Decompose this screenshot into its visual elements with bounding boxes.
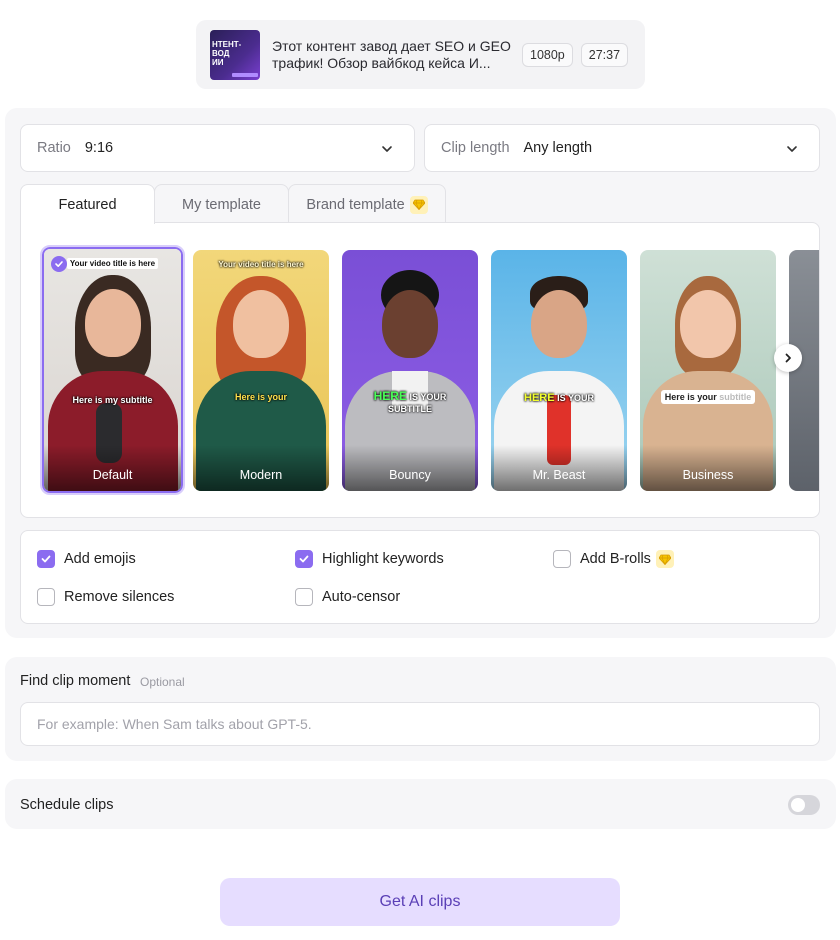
template-name: Bouncy xyxy=(342,445,478,491)
clip-length-value: Any length xyxy=(523,140,593,156)
video-title: Этот контент завод дает SEO и GEO трафик… xyxy=(272,37,511,71)
selected-check-icon xyxy=(51,256,67,272)
template-card-business[interactable]: Here is your subtitle Business xyxy=(640,250,776,491)
option-add-b-rolls[interactable]: Add B-rolls xyxy=(553,550,674,568)
clip-length-label: Clip length xyxy=(441,140,510,156)
option-add-emojis[interactable]: Add emojis xyxy=(37,550,136,568)
template-card-modern[interactable]: Your video title is here Here is your Mo… xyxy=(193,250,329,491)
schedule-panel xyxy=(5,779,836,829)
template-name: Modern xyxy=(193,445,329,491)
premium-diamond-icon xyxy=(409,195,428,214)
find-clip-title: Find clip moment xyxy=(20,673,131,689)
template-subtitle-caption: HERE IS YOUR SUBTITLE xyxy=(373,389,447,414)
thumbnail-text: НТЕНТ- ВОД ИИ xyxy=(212,39,242,67)
template-card-mr-beast[interactable]: HERE IS YOUR Mr. Beast xyxy=(491,250,627,491)
checkbox-unchecked[interactable] xyxy=(37,588,55,606)
schedule-toggle[interactable] xyxy=(788,795,820,815)
duration-badge: 27:37 xyxy=(580,42,629,67)
chevron-down-icon xyxy=(787,146,797,152)
optional-label: Optional xyxy=(140,675,185,689)
premium-diamond-icon xyxy=(655,550,674,568)
ratio-value: 9:16 xyxy=(84,140,114,156)
find-clip-input[interactable] xyxy=(20,702,820,746)
tab-my-template[interactable]: My template xyxy=(154,184,289,224)
chevron-right-icon xyxy=(785,353,791,363)
tab-brand-template[interactable]: Brand template xyxy=(288,184,446,224)
source-video-card: НТЕНТ- ВОД ИИ Этот контент завод дает SE… xyxy=(196,20,645,89)
carousel-next-button[interactable] xyxy=(774,344,802,372)
video-thumbnail: НТЕНТ- ВОД ИИ xyxy=(210,29,260,80)
template-subtitle-caption: Here is my subtitle xyxy=(72,395,153,405)
template-subtitle-caption: Here is your xyxy=(234,392,288,402)
template-name: Default xyxy=(44,445,181,491)
tab-featured[interactable]: Featured xyxy=(20,184,155,224)
checkbox-unchecked[interactable] xyxy=(295,588,313,606)
template-title-caption: Your video title is here xyxy=(218,260,304,269)
resolution-badge: 1080p xyxy=(522,42,573,67)
template-card-bouncy[interactable]: HERE IS YOUR SUBTITLE Bouncy xyxy=(342,250,478,491)
checkbox-checked[interactable] xyxy=(37,550,55,568)
toggle-knob xyxy=(791,798,805,812)
ratio-select[interactable]: Ratio 9:16 xyxy=(20,124,415,172)
template-subtitle-caption: HERE IS YOUR xyxy=(524,392,594,404)
option-highlight-keywords[interactable]: Highlight keywords xyxy=(295,550,444,568)
template-tabs: Featured My template Brand template xyxy=(20,184,446,224)
ratio-label: Ratio xyxy=(37,140,71,156)
clip-options: Add emojis Highlight keywords Add B-roll… xyxy=(20,530,820,624)
template-card-default[interactable]: Your video title is here Here is my subt… xyxy=(40,245,185,495)
chevron-down-icon xyxy=(382,146,392,152)
template-subtitle-caption: Here is your subtitle xyxy=(640,390,776,404)
get-ai-clips-button[interactable]: Get AI clips xyxy=(220,878,620,926)
option-remove-silences[interactable]: Remove silences xyxy=(37,588,174,606)
template-carousel: Your video title is here Here is my subt… xyxy=(20,222,820,518)
clip-length-select[interactable]: Clip length Any length xyxy=(424,124,820,172)
template-name: Business xyxy=(640,445,776,491)
template-name: Mr. Beast xyxy=(491,445,627,491)
schedule-label: Schedule clips xyxy=(20,797,114,813)
checkbox-checked[interactable] xyxy=(295,550,313,568)
option-auto-censor[interactable]: Auto-censor xyxy=(295,588,400,606)
checkbox-unchecked[interactable] xyxy=(553,550,571,568)
